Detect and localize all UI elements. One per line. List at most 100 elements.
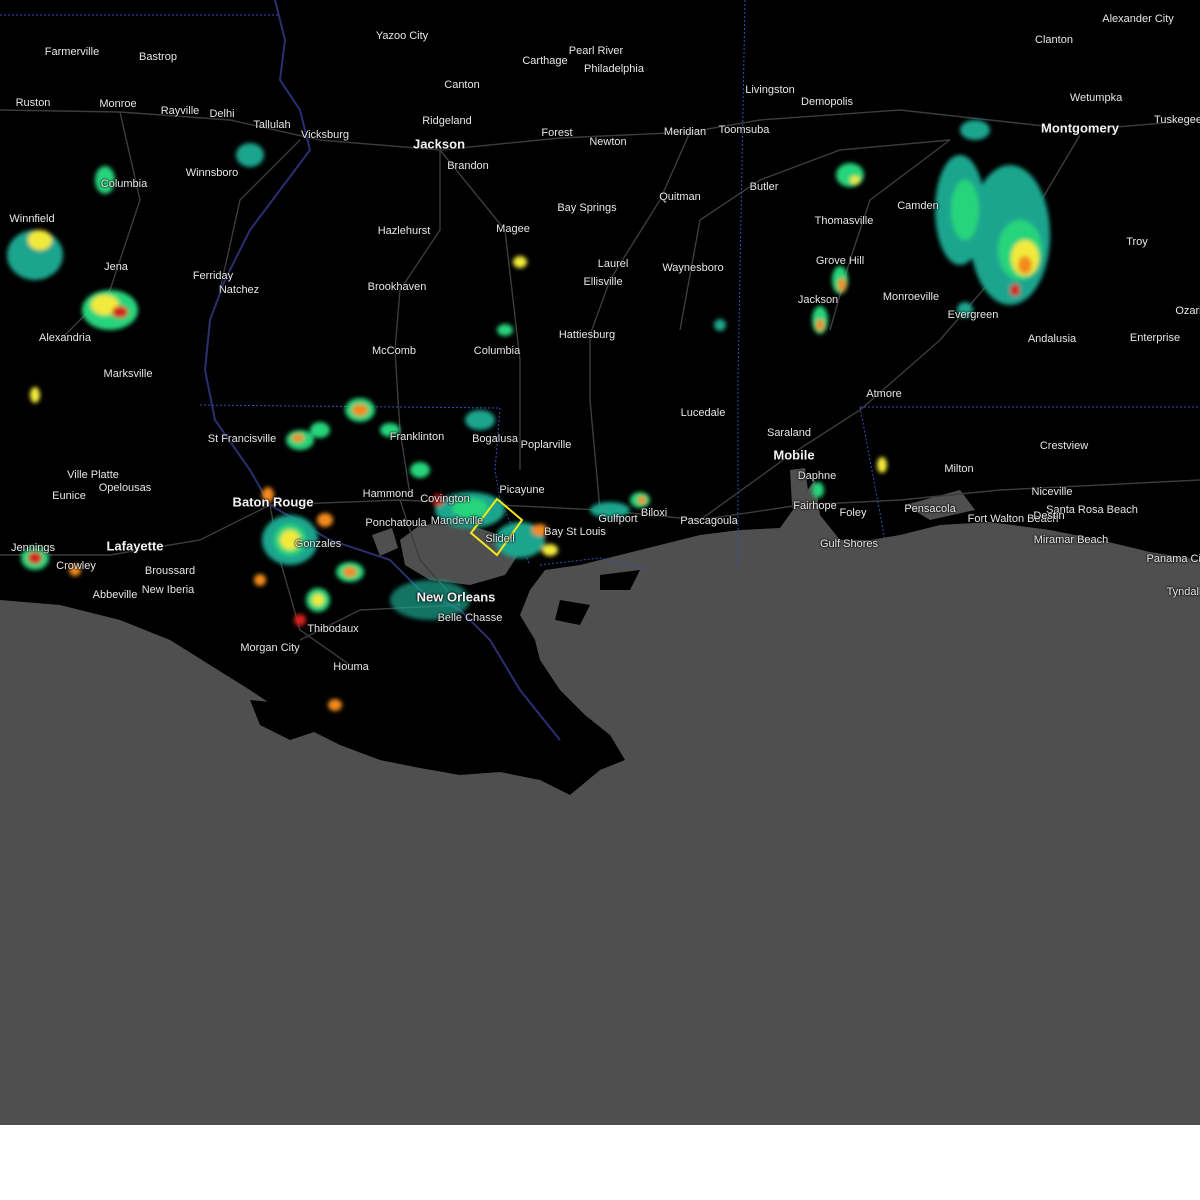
city-label: Lucedale (680, 407, 726, 419)
city-label: Brandon (447, 160, 489, 172)
city-label: Wetumpka (1069, 92, 1123, 104)
city-label: Waynesboro (662, 262, 724, 274)
city-label: Thomasville (814, 215, 874, 227)
city-label: Jackson (797, 294, 839, 306)
city-label: Fairhope (793, 500, 837, 512)
city-label: Ville Platte (67, 469, 119, 481)
city-label: Philadelphia (584, 63, 644, 75)
city-label: Broussard (144, 565, 196, 577)
city-label: Evergreen (947, 309, 999, 321)
city-label: Alexandria (39, 332, 91, 344)
city-label-major: New Orleans (416, 589, 496, 605)
city-label: Hammond (362, 488, 414, 500)
city-label: Tuskegee (1154, 114, 1200, 126)
city-label: Crowley (56, 560, 96, 572)
city-label: Biloxi (640, 507, 668, 519)
city-label: Butler (749, 181, 779, 193)
mississippi-river (203, 0, 561, 741)
city-label: Destin (1033, 510, 1065, 522)
city-label: Grove Hill (815, 255, 865, 267)
city-label: Foley (839, 507, 867, 519)
city-label: Slidell (485, 533, 515, 545)
city-label: Rayville (160, 105, 200, 117)
city-label: Magee (496, 223, 530, 235)
city-label: Meridian (663, 126, 707, 138)
city-label: Pensacola (904, 503, 956, 515)
city-label: Milton (944, 463, 974, 475)
city-label-major: Lafayette (106, 538, 164, 554)
city-label: Thibodaux (307, 623, 359, 635)
city-label: Jena (104, 261, 128, 273)
city-label: Monroeville (882, 291, 940, 303)
city-label: Ruston (15, 97, 51, 109)
city-label: Ferriday (192, 270, 234, 282)
city-label: Niceville (1031, 486, 1073, 498)
city-label: Bay Springs (557, 202, 617, 214)
radar-map[interactable]: Farmerville Bastrop Yazoo City Carthage … (0, 0, 1200, 1125)
city-label: Laurel (597, 258, 629, 270)
city-label-major: Jackson (412, 136, 466, 152)
city-label: Monroe (99, 98, 137, 110)
city-label: St Francisville (207, 433, 277, 445)
city-label: Belle Chasse (437, 612, 503, 624)
city-label: Picayune (499, 484, 545, 496)
city-label: Poplarville (520, 439, 572, 451)
blank-footer (0, 1125, 1200, 1200)
city-label: Carthage (522, 55, 568, 67)
city-label: Gonzales (294, 538, 342, 550)
city-label: Houma (333, 661, 369, 673)
city-label: Eunice (52, 490, 86, 502)
city-label-major: Montgomery (1041, 120, 1119, 136)
city-label: Pearl River (568, 45, 624, 57)
city-label: Clanton (1035, 34, 1073, 46)
city-label: Morgan City (240, 642, 300, 654)
city-label: Enterprise (1129, 332, 1181, 344)
city-label: Ridgeland (422, 115, 472, 127)
city-label: Columbia (473, 345, 521, 357)
lake-maurepas (372, 528, 398, 556)
city-label: Quitman (659, 191, 701, 203)
city-label: Bay St Louis (544, 526, 606, 538)
city-label: Bastrop (139, 51, 177, 63)
city-label-major: Mobile (773, 447, 815, 463)
city-label: Winnfield (9, 213, 55, 225)
city-label: Gulfport (598, 513, 638, 525)
city-label: Camden (897, 200, 939, 212)
city-label: Canton (444, 79, 480, 91)
city-label: Opelousas (98, 482, 152, 494)
city-label-major: Baton Rouge (232, 494, 314, 510)
city-label: Farmerville (44, 46, 100, 58)
city-label: Covington (420, 493, 470, 505)
city-label: Pascagoula (680, 515, 738, 527)
city-label: Miramar Beach (1033, 534, 1109, 546)
city-label: Forest (541, 127, 573, 139)
city-label: Natchez (218, 284, 260, 296)
city-label: Yazoo City (375, 30, 429, 42)
city-label: Troy (1126, 236, 1148, 248)
city-label: McComb (371, 345, 417, 357)
city-label: Livingston (745, 84, 795, 96)
city-label: Andalusia (1027, 333, 1077, 345)
city-label: Tyndall (1166, 586, 1200, 598)
city-label: Franklinton (389, 431, 445, 443)
city-label: Demopolis (801, 96, 853, 108)
city-label: Daphne (797, 470, 837, 482)
city-label: Marksville (103, 368, 153, 380)
city-label: Bogalusa (472, 433, 518, 445)
city-label: Hazlehurst (377, 225, 431, 237)
city-label: Gulf Shores (819, 538, 879, 550)
city-label: Atmore (866, 388, 902, 400)
city-label: Jennings (10, 542, 56, 554)
city-label: Brookhaven (367, 281, 427, 293)
city-label: Ellisville (583, 276, 623, 288)
city-label: Winnsboro (185, 167, 239, 179)
city-label: Ponchatoula (365, 517, 427, 529)
city-label: Vicksburg (300, 129, 350, 141)
city-label: Alexander City (1102, 13, 1174, 25)
map-canvas (0, 0, 1200, 1125)
city-label: New Iberia (141, 584, 195, 596)
city-label: Toomsuba (718, 124, 770, 136)
city-label: Ozark (1175, 305, 1200, 317)
city-label: Delhi (209, 108, 235, 120)
city-label: Crestview (1039, 440, 1089, 452)
